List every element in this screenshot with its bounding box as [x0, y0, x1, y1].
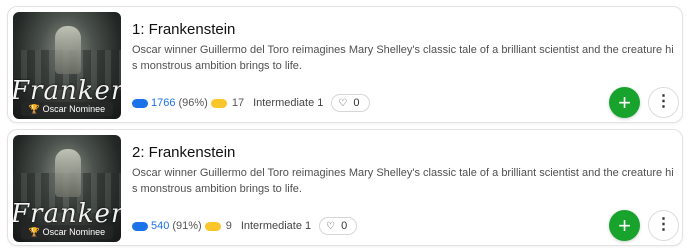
list-item[interactable]: Frankenstein 🏆 Oscar Nominee 1: Frankens…	[7, 6, 683, 123]
more-options-button[interactable]: ⋮	[648, 210, 679, 241]
add-button[interactable]: +	[609, 210, 640, 241]
more-vert-icon: ⋮	[655, 216, 672, 233]
level-label: Intermediate 1	[240, 220, 312, 232]
item-title[interactable]: 2: Frankenstein	[132, 144, 235, 161]
like-count: 0	[341, 220, 348, 232]
poster-figure	[55, 149, 81, 197]
award-badge: 🏆 Oscar Nominee	[21, 102, 113, 116]
vote-percent: (91%)	[172, 220, 202, 232]
item-title[interactable]: 1: Frankenstein	[132, 21, 235, 38]
like-button[interactable]: ♡ 0	[331, 94, 370, 112]
level-label: Intermediate 1	[253, 97, 324, 109]
more-options-button[interactable]: ⋮	[648, 87, 679, 118]
award-badge: 🏆 Oscar Nominee	[21, 225, 113, 239]
list-item[interactable]: Frankenstein 🏆 Oscar Nominee 2: Frankens…	[7, 129, 683, 246]
vote-count: 540	[151, 220, 170, 232]
like-button[interactable]: ♡ 0	[319, 217, 358, 235]
vote-pill-icon	[132, 98, 148, 108]
item-meta: 1766 (96%) 17 Intermediate 1 ♡ 0	[132, 94, 370, 112]
item-description: Oscar winner Guillermo del Toro reimagin…	[132, 167, 674, 195]
plus-icon: +	[618, 90, 631, 115]
poster-figure	[55, 26, 81, 74]
secondary-pill-icon	[204, 221, 221, 231]
item-description: Oscar winner Guillermo del Toro reimagin…	[132, 44, 674, 72]
secondary-pill-icon	[210, 98, 227, 108]
secondary-count: 9	[225, 220, 232, 232]
vote-percent: (96%)	[178, 97, 208, 109]
heart-icon: ♡	[326, 220, 336, 232]
more-vert-icon: ⋮	[655, 93, 672, 110]
movie-poster[interactable]: Frankenstein 🏆 Oscar Nominee	[13, 135, 121, 242]
heart-icon: ♡	[338, 97, 348, 109]
add-button[interactable]: +	[609, 87, 640, 118]
plus-icon: +	[618, 213, 631, 238]
like-count: 0	[353, 97, 360, 109]
secondary-count: 17	[231, 97, 245, 109]
vote-pill-icon	[132, 221, 148, 231]
movie-poster[interactable]: Frankenstein 🏆 Oscar Nominee	[13, 12, 121, 119]
item-meta: 540 (91%) 9 Intermediate 1 ♡ 0	[132, 217, 358, 235]
vote-count: 1766	[151, 97, 176, 109]
